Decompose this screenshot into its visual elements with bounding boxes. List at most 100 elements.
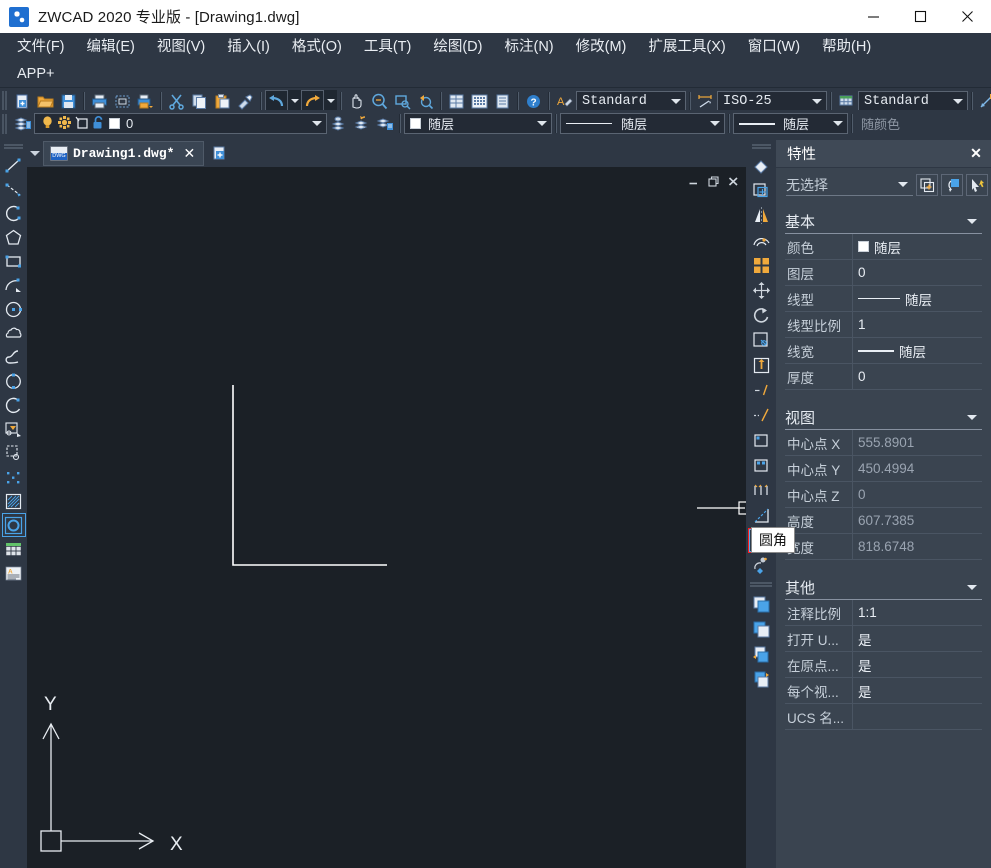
freeze-vp-icon[interactable]: [74, 115, 89, 133]
menu-draw[interactable]: 绘图(D): [422, 34, 493, 60]
draw-ellipse-arc-button[interactable]: [2, 393, 26, 417]
quick-select-button[interactable]: [916, 174, 938, 196]
select-objects-button[interactable]: [941, 174, 963, 196]
draw-revcloud-button[interactable]: [2, 321, 26, 345]
modify-stretch-button[interactable]: [748, 353, 774, 378]
help-button[interactable]: ?: [522, 90, 545, 112]
property-value[interactable]: 450.4994: [852, 456, 982, 482]
new-button[interactable]: [11, 90, 34, 112]
property-value[interactable]: 随层: [852, 338, 982, 364]
new-tab-button[interactable]: [207, 141, 233, 166]
copy-button[interactable]: [188, 90, 211, 112]
paste-button[interactable]: [211, 90, 234, 112]
draw-mtext-button[interactable]: A: [2, 561, 26, 585]
match-properties-button[interactable]: [234, 90, 257, 112]
undo-dropdown-arrow[interactable]: [288, 90, 301, 112]
menu-dimension[interactable]: 标注(N): [493, 34, 564, 60]
toolbar-grip[interactable]: [2, 114, 9, 134]
properties-close-button[interactable]: ✕: [967, 145, 985, 163]
modify-mirror-button[interactable]: [748, 203, 774, 228]
modify-trim-button[interactable]: [748, 378, 774, 403]
property-value[interactable]: 1: [852, 312, 982, 338]
modify-chamfer-button[interactable]: [748, 503, 774, 528]
table-style-icon[interactable]: [835, 90, 858, 112]
lightbulb-on-icon[interactable]: [40, 115, 55, 133]
modify-join-button[interactable]: [748, 478, 774, 503]
zoom-window-button[interactable]: [391, 90, 414, 112]
design-center-button[interactable]: [468, 90, 491, 112]
layer-states-button[interactable]: [373, 113, 396, 135]
window-minimize-button[interactable]: [850, 0, 897, 33]
mdi-minimize-button[interactable]: [684, 173, 702, 189]
property-value[interactable]: 随层: [852, 234, 982, 260]
menu-modify[interactable]: 修改(M): [565, 34, 638, 60]
toolbar-grip[interactable]: [4, 144, 23, 150]
open-button[interactable]: [34, 90, 57, 112]
property-row-width[interactable]: 宽度 818.6748: [785, 534, 982, 560]
modify-erase-button[interactable]: [748, 153, 774, 178]
color-combo[interactable]: 随层: [404, 113, 552, 134]
modify-break-at-point-button[interactable]: [748, 428, 774, 453]
layer-manager-button[interactable]: [11, 113, 34, 135]
sun-freeze-icon[interactable]: [57, 115, 72, 133]
pickadd-button[interactable]: [966, 174, 988, 196]
property-value[interactable]: 0: [852, 482, 982, 508]
dim-style-combo[interactable]: ISO-25: [717, 91, 827, 111]
ucs-button[interactable]: [976, 90, 991, 112]
chevron-down-icon[interactable]: [950, 92, 965, 110]
dim-style-icon[interactable]: [694, 90, 717, 112]
draw-line-button[interactable]: [2, 153, 26, 177]
chevron-down-icon[interactable]: [962, 219, 982, 224]
property-value[interactable]: 0: [852, 260, 982, 286]
chevron-down-icon[interactable]: [668, 92, 683, 110]
save-button[interactable]: [57, 90, 80, 112]
draw-ellipse-button[interactable]: [2, 369, 26, 393]
layer-restore-button[interactable]: [350, 113, 373, 135]
zoom-realtime-button[interactable]: [368, 90, 391, 112]
modify-extend-button[interactable]: [748, 403, 774, 428]
chevron-down-icon[interactable]: [830, 115, 845, 133]
layer-combo[interactable]: 0: [34, 113, 327, 134]
plot-style-combo[interactable]: 随颜色: [856, 113, 956, 134]
property-row-lineweight[interactable]: 线宽 随层: [785, 338, 982, 364]
menu-view[interactable]: 视图(V): [146, 34, 216, 60]
property-value[interactable]: 是: [852, 652, 982, 678]
menu-help[interactable]: 帮助(H): [811, 34, 882, 60]
selection-combo[interactable]: 无选择: [786, 174, 913, 196]
chevron-down-icon[interactable]: [309, 115, 324, 133]
menu-insert[interactable]: 插入(I): [216, 34, 281, 60]
redo-dropdown-arrow[interactable]: [324, 90, 337, 112]
menu-window[interactable]: 窗口(W): [737, 34, 811, 60]
menu-edit[interactable]: 编辑(E): [76, 34, 146, 60]
menu-tools[interactable]: 工具(T): [353, 34, 423, 60]
insert-block-button[interactable]: [2, 417, 26, 441]
table-style-combo[interactable]: Standard: [858, 91, 968, 111]
property-row-ucs-per-viewport[interactable]: 每个视... 是: [785, 678, 982, 704]
property-value[interactable]: 555.8901: [852, 430, 982, 456]
draw-spline-button[interactable]: [2, 345, 26, 369]
draworder-front-button[interactable]: [748, 592, 774, 617]
property-row-linetype-scale[interactable]: 线型比例 1: [785, 312, 982, 338]
chevron-down-icon[interactable]: [962, 415, 982, 420]
modify-offset-button[interactable]: [748, 228, 774, 253]
draworder-under-button[interactable]: [748, 667, 774, 692]
draworder-above-button[interactable]: [748, 642, 774, 667]
property-row-thickness[interactable]: 厚度 0: [785, 364, 982, 390]
property-value[interactable]: 1:1: [852, 600, 982, 626]
window-maximize-button[interactable]: [897, 0, 944, 33]
modify-break-button[interactable]: [748, 453, 774, 478]
modify-array-button[interactable]: [748, 253, 774, 278]
drawing-canvas[interactable]: X Y: [27, 167, 746, 868]
tool-palettes-button[interactable]: [491, 90, 514, 112]
property-row-center-x[interactable]: 中心点 X 555.8901: [785, 430, 982, 456]
redo-button[interactable]: [301, 90, 324, 112]
text-style-combo[interactable]: Standard: [576, 91, 686, 111]
modify-move-button[interactable]: [748, 278, 774, 303]
property-row-center-y[interactable]: 中心点 Y 450.4994: [785, 456, 982, 482]
mdi-restore-button[interactable]: [704, 173, 722, 189]
toolbar-grip[interactable]: [752, 144, 771, 150]
property-group-header[interactable]: 基本: [785, 210, 982, 234]
modify-scale-button[interactable]: [748, 328, 774, 353]
properties-button[interactable]: [445, 90, 468, 112]
color-swatch-icon[interactable]: [109, 118, 120, 129]
